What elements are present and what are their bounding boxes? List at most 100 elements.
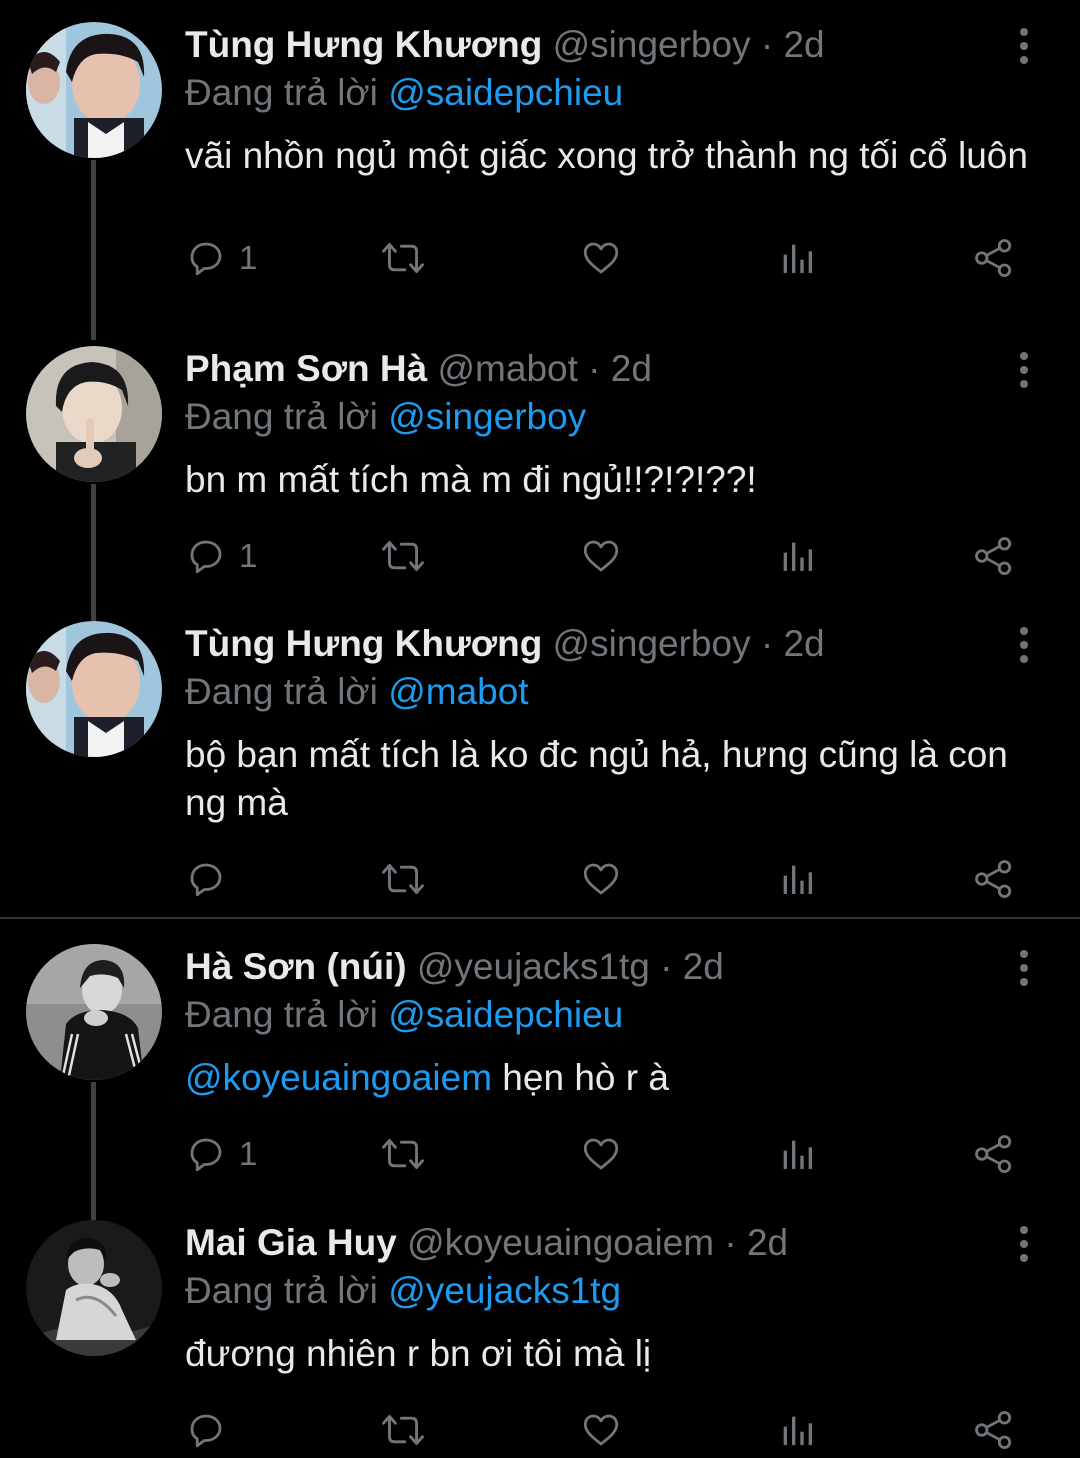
tweet-actions: 1: [185, 234, 1025, 282]
share-button[interactable]: [973, 234, 1015, 282]
user-handle[interactable]: @yeujacks1tg: [417, 946, 650, 987]
avatar[interactable]: [26, 1220, 162, 1356]
views-icon: [783, 1416, 812, 1445]
replying-to-handle[interactable]: @saidepchieu: [388, 994, 623, 1035]
avatar[interactable]: [26, 621, 162, 757]
more-vertical-icon[interactable]: [1004, 948, 1044, 988]
views-button[interactable]: [777, 1406, 817, 1454]
views-button[interactable]: [777, 234, 817, 282]
like-button[interactable]: [580, 855, 622, 903]
tweet-header: Tùng Hưng Khương @singerboy · 2d: [185, 621, 825, 667]
timestamp[interactable]: 2d: [783, 24, 824, 65]
like-icon: [583, 863, 619, 895]
like-button[interactable]: [580, 1130, 622, 1178]
retweet-icon: [382, 243, 424, 273]
like-button[interactable]: [580, 234, 622, 282]
tweet-text-content: bộ bạn mất tích là ko đc ngủ hả, hưng cũ…: [185, 734, 1008, 823]
replying-prefix: Đang trả lời: [185, 72, 378, 113]
tweet-text: @koyeuaingoaiem hẹn hò r à: [185, 1054, 1035, 1102]
replying-prefix: Đang trả lời: [185, 671, 378, 712]
avatar[interactable]: [26, 22, 162, 158]
timestamp[interactable]: 2d: [783, 623, 824, 664]
views-icon: [783, 1140, 812, 1169]
retweet-button[interactable]: [381, 1406, 425, 1454]
more-vertical-icon[interactable]: [1004, 625, 1044, 665]
share-button[interactable]: [973, 532, 1015, 580]
display-name[interactable]: Tùng Hưng Khương: [185, 623, 542, 664]
share-icon: [975, 860, 1012, 898]
retweet-icon: [382, 541, 424, 571]
share-icon: [975, 1135, 1012, 1173]
display-name[interactable]: Hà Sơn (núi): [185, 946, 407, 987]
retweet-button[interactable]: [381, 855, 425, 903]
share-icon: [975, 239, 1012, 277]
share-button[interactable]: [973, 1130, 1015, 1178]
tweet-text-content: đương nhiên r bn ơi tôi mà lị: [185, 1333, 652, 1374]
user-handle[interactable]: @singerboy: [553, 24, 751, 65]
reply-icon: [190, 242, 222, 276]
timestamp[interactable]: 2d: [611, 348, 652, 389]
separator-dot: ·: [660, 946, 673, 987]
separator-dot: ·: [724, 1222, 737, 1263]
timestamp[interactable]: 2d: [747, 1222, 788, 1263]
replying-to: Đang trả lời @singerboy: [185, 394, 586, 440]
tweet-text: bộ bạn mất tích là ko đc ngủ hả, hưng cũ…: [185, 731, 1035, 827]
tweet[interactable]: Tùng Hưng Khương @singerboy · 2d Đang tr…: [0, 599, 1080, 917]
separator-dot: ·: [760, 24, 774, 65]
user-handle[interactable]: @mabot: [437, 348, 577, 389]
reply-button[interactable]: 1: [185, 234, 257, 282]
reply-button[interactable]: 1: [185, 532, 257, 580]
more-vertical-icon[interactable]: [1004, 350, 1044, 390]
views-button[interactable]: [777, 1130, 817, 1178]
like-button[interactable]: [580, 532, 622, 580]
tweet-text-content: bn m mất tích mà m đi ngủ!!?!?!??!: [185, 459, 757, 500]
user-handle[interactable]: @koyeuaingoaiem: [407, 1222, 714, 1263]
replying-to: Đang trả lời @saidepchieu: [185, 70, 623, 116]
replying-to-handle[interactable]: @singerboy: [388, 396, 586, 437]
retweet-button[interactable]: [381, 1130, 425, 1178]
avatar[interactable]: [26, 944, 162, 1080]
tweet-header: Hà Sơn (núi) @yeujacks1tg · 2d: [185, 944, 724, 990]
tweet-header: Tùng Hưng Khương @singerboy · 2d: [185, 22, 825, 68]
mention-link[interactable]: @koyeuaingoaiem: [185, 1057, 492, 1098]
tweet-text-content: hẹn hò r à: [492, 1057, 669, 1098]
user-handle[interactable]: @singerboy: [553, 623, 751, 664]
replying-to-handle[interactable]: @mabot: [388, 671, 528, 712]
separator-dot: ·: [588, 348, 601, 389]
share-button[interactable]: [973, 855, 1015, 903]
display-name[interactable]: Phạm Sơn Hà: [185, 348, 427, 389]
display-name[interactable]: Tùng Hưng Khương: [185, 24, 542, 65]
retweet-button[interactable]: [381, 234, 425, 282]
views-icon: [783, 865, 812, 894]
replying-to-handle[interactable]: @yeujacks1tg: [388, 1270, 621, 1311]
views-button[interactable]: [777, 532, 817, 580]
reply-button[interactable]: 1: [185, 1130, 257, 1178]
avatar[interactable]: [26, 346, 162, 482]
reply-button[interactable]: [185, 855, 239, 903]
tweet[interactable]: Phạm Sơn Hà @mabot · 2d Đang trả lời @si…: [0, 324, 1080, 624]
like-button[interactable]: [580, 1406, 622, 1454]
retweet-button[interactable]: [381, 532, 425, 580]
display-name[interactable]: Mai Gia Huy: [185, 1222, 397, 1263]
replying-to-handle[interactable]: @saidepchieu: [388, 72, 623, 113]
reply-button[interactable]: [185, 1406, 239, 1454]
views-icon: [783, 542, 812, 571]
tweet[interactable]: Tùng Hưng Khương @singerboy · 2d Đang tr…: [0, 0, 1080, 340]
thread-separator: [0, 917, 1080, 919]
views-button[interactable]: [777, 855, 817, 903]
tweet[interactable]: Hà Sơn (núi) @yeujacks1tg · 2d Đang trả …: [0, 922, 1080, 1222]
separator-dot: ·: [760, 623, 774, 664]
more-vertical-icon[interactable]: [1004, 1224, 1044, 1264]
timestamp[interactable]: 2d: [683, 946, 724, 987]
like-icon: [583, 1414, 619, 1446]
like-icon: [583, 242, 619, 274]
share-icon: [975, 537, 1012, 575]
tweet-actions: 1: [185, 532, 1025, 580]
more-vertical-icon[interactable]: [1004, 26, 1044, 66]
share-button[interactable]: [973, 1406, 1015, 1454]
tweet-actions: 1: [185, 1130, 1025, 1178]
tweet[interactable]: Mai Gia Huy @koyeuaingoaiem · 2d Đang tr…: [0, 1198, 1080, 1458]
reply-count: 1: [239, 239, 258, 276]
replying-prefix: Đang trả lời: [185, 1270, 378, 1311]
retweet-icon: [382, 1415, 424, 1445]
